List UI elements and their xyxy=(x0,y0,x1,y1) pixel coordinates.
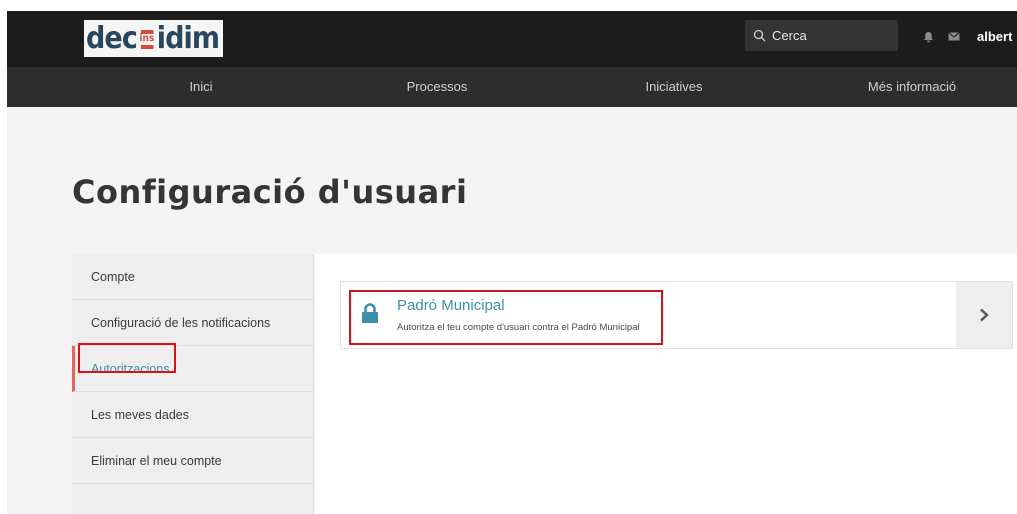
nav-item-iniciatives[interactable]: Iniciatives xyxy=(622,67,726,107)
settings-sidebar: Compte Configuració de les notificacions… xyxy=(72,254,314,514)
logo-text-left: dec xyxy=(86,21,138,56)
sidebar-item-label: Compte xyxy=(91,270,135,284)
search-icon xyxy=(753,29,766,42)
lock-icon xyxy=(362,303,378,323)
search-input[interactable]: Cerca xyxy=(745,20,898,51)
nav-item-processos[interactable]: Processos xyxy=(387,67,487,107)
user-menu[interactable]: albert xyxy=(977,29,1012,44)
bell-icon[interactable] xyxy=(923,31,934,43)
logo-text-mid: ins xyxy=(139,32,155,44)
nav-item-inici[interactable]: Inici xyxy=(151,67,251,107)
chevron-right-icon xyxy=(980,308,989,322)
authorization-description: Autoritza el teu compte d'usuari contra … xyxy=(397,322,640,333)
sidebar-item-autoritzacions[interactable]: Autoritzacions xyxy=(72,346,314,392)
top-bar: dec ins idim Cerca albert xyxy=(7,11,1017,67)
logo-mid-mark: ins xyxy=(138,20,156,57)
mail-icon[interactable] xyxy=(948,32,960,41)
authorization-title[interactable]: Padró Municipal xyxy=(397,297,505,314)
sidebar-item-compte[interactable]: Compte xyxy=(72,254,314,300)
sidebar-item-label: Configuració de les notificacions xyxy=(91,316,271,330)
authorization-card[interactable]: Padró Municipal Autoritza el teu compte … xyxy=(340,281,1013,349)
logo-text-right: idim xyxy=(156,21,220,56)
sidebar-item-eliminar-compte[interactable]: Eliminar el meu compte xyxy=(72,438,314,484)
sidebar-item-label: Eliminar el meu compte xyxy=(91,454,222,468)
search-placeholder: Cerca xyxy=(772,28,807,43)
main-nav: Inici Processos Iniciatives Més informac… xyxy=(7,67,1017,107)
sidebar-item-label: Les meves dades xyxy=(91,408,189,422)
site-logo[interactable]: dec ins idim xyxy=(84,20,223,57)
sidebar-item-dades[interactable]: Les meves dades xyxy=(72,392,314,438)
nav-item-mes-informacio[interactable]: Més informació xyxy=(852,67,972,107)
sidebar-item-label: Autoritzacions xyxy=(91,362,170,376)
authorization-open-button[interactable] xyxy=(956,282,1012,348)
app-frame: dec ins idim Cerca albert Inici Processo… xyxy=(7,11,1017,514)
sidebar-item-notificacions[interactable]: Configuració de les notificacions xyxy=(72,300,314,346)
page-title: Configuració d'usuari xyxy=(72,173,468,211)
